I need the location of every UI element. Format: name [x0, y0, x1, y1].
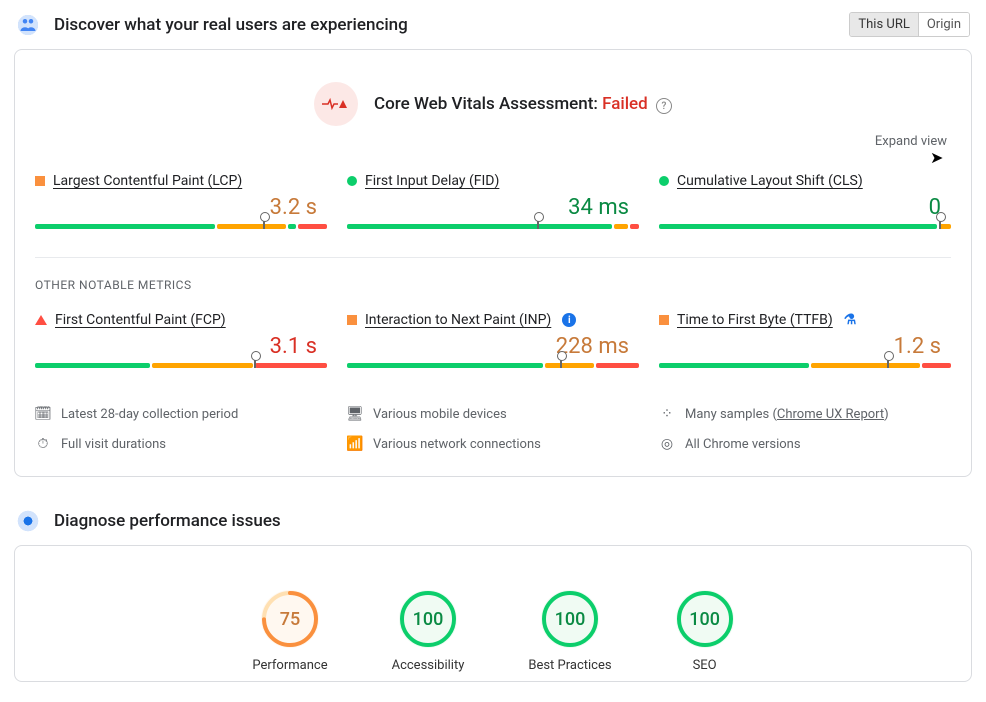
good-circle-icon: [347, 176, 357, 186]
assessment-status: Failed: [602, 94, 648, 114]
lighthouse-card: 75 Performance 100 Accessibility 100 Bes…: [14, 545, 972, 682]
good-circle-icon: [659, 176, 669, 186]
metric-ttfb-bar: [659, 363, 951, 368]
assessment-row: Core Web Vitals Assessment: Failed ?: [35, 82, 951, 126]
chrome-icon: ◎: [659, 436, 675, 452]
info-network: 📶Various network connections: [347, 436, 639, 452]
origin-toggle[interactable]: Origin: [918, 13, 969, 36]
expand-view-button[interactable]: Expand view: [35, 134, 951, 149]
metric-fid-value: 34 ms: [347, 195, 639, 220]
calendar-icon: 🗓: [35, 406, 51, 422]
this-url-toggle[interactable]: This URL: [850, 13, 917, 36]
metric-cls-bar: [659, 224, 951, 229]
field-data-card: Core Web Vitals Assessment: Failed ? Exp…: [14, 49, 972, 477]
metric-ttfb-name[interactable]: Time to First Byte (TTFB): [677, 312, 833, 328]
metric-fcp: First Contentful Paint (FCP) 3.1 s: [35, 312, 327, 368]
metric-fid-name[interactable]: First Input Delay (FID): [365, 173, 499, 189]
metric-inp-name[interactable]: Interaction to Next Paint (INP): [365, 312, 551, 328]
score-accessibility[interactable]: 100 Accessibility: [392, 590, 465, 673]
metric-cls-name[interactable]: Cumulative Layout Shift (CLS): [677, 173, 863, 189]
metric-fid: First Input Delay (FID) 34 ms: [347, 173, 639, 229]
assessment-text: Core Web Vitals Assessment: Failed ?: [374, 94, 672, 115]
score-seo[interactable]: 100 SEO: [676, 590, 734, 673]
target-icon: [16, 509, 40, 533]
metric-inp: Interaction to Next Paint (INP) i 228 ms: [347, 312, 639, 368]
users-icon: [16, 13, 40, 37]
divider: [35, 257, 951, 258]
metric-ttfb-value: 1.2 s: [659, 334, 951, 359]
warn-square-icon: [659, 315, 669, 325]
field-data-header: Discover what your real users are experi…: [0, 0, 986, 49]
help-icon[interactable]: ?: [656, 98, 672, 114]
experimental-flask-icon[interactable]: ⚗: [844, 312, 857, 328]
metric-fid-bar: [347, 224, 639, 229]
metric-ttfb: Time to First Byte (TTFB) ⚗ 1.2 s: [659, 312, 951, 368]
metric-lcp-value: 3.2 s: [35, 195, 327, 220]
metric-cls-value: 0: [659, 195, 951, 220]
info-period: 🗓Latest 28-day collection period: [35, 406, 327, 422]
diagnose-title: Diagnose performance issues: [54, 511, 281, 531]
info-icon[interactable]: i: [562, 313, 576, 327]
assessment-status-icon: [314, 82, 358, 126]
metric-inp-value: 228 ms: [347, 334, 639, 359]
info-samples: ⁘Many samples (Chrome UX Report): [659, 406, 951, 422]
metric-fcp-bar: [35, 363, 327, 368]
info-durations: ⏱Full visit durations: [35, 436, 327, 452]
diagnose-header: Diagnose performance issues: [0, 497, 986, 545]
warn-square-icon: [35, 176, 45, 186]
score-performance[interactable]: 75 Performance: [252, 590, 327, 673]
crux-report-link[interactable]: Chrome UX Report: [777, 407, 884, 422]
timer-icon: ⏱: [35, 436, 51, 452]
wifi-icon: 📶: [347, 436, 363, 452]
metric-cls: Cumulative Layout Shift (CLS) 0: [659, 173, 951, 229]
other-metrics-label: OTHER NOTABLE METRICS: [35, 278, 951, 292]
other-metrics-grid: First Contentful Paint (FCP) 3.1 s Inter…: [35, 312, 951, 368]
metric-fcp-name[interactable]: First Contentful Paint (FCP): [55, 312, 226, 328]
devices-icon: 🖥: [347, 406, 363, 422]
metric-inp-bar: [347, 363, 639, 368]
metric-fcp-value: 3.1 s: [35, 334, 327, 359]
warn-square-icon: [347, 315, 357, 325]
info-chrome: ◎All Chrome versions: [659, 436, 951, 452]
poor-triangle-icon: [35, 315, 47, 325]
collection-info-grid: 🗓Latest 28-day collection period 🖥Variou…: [35, 406, 951, 452]
scatter-icon: ⁘: [659, 406, 675, 422]
info-devices: 🖥Various mobile devices: [347, 406, 639, 422]
core-metrics-grid: Largest Contentful Paint (LCP) 3.2 s Fir…: [35, 173, 951, 229]
url-origin-toggle: This URL Origin: [849, 12, 970, 37]
metric-lcp: Largest Contentful Paint (LCP) 3.2 s: [35, 173, 327, 229]
metric-lcp-bar: [35, 224, 327, 229]
field-data-title: Discover what your real users are experi…: [54, 15, 408, 35]
score-best-practices[interactable]: 100 Best Practices: [528, 590, 611, 673]
scores-row: 75 Performance 100 Accessibility 100 Bes…: [35, 566, 951, 677]
metric-lcp-name[interactable]: Largest Contentful Paint (LCP): [53, 173, 242, 189]
